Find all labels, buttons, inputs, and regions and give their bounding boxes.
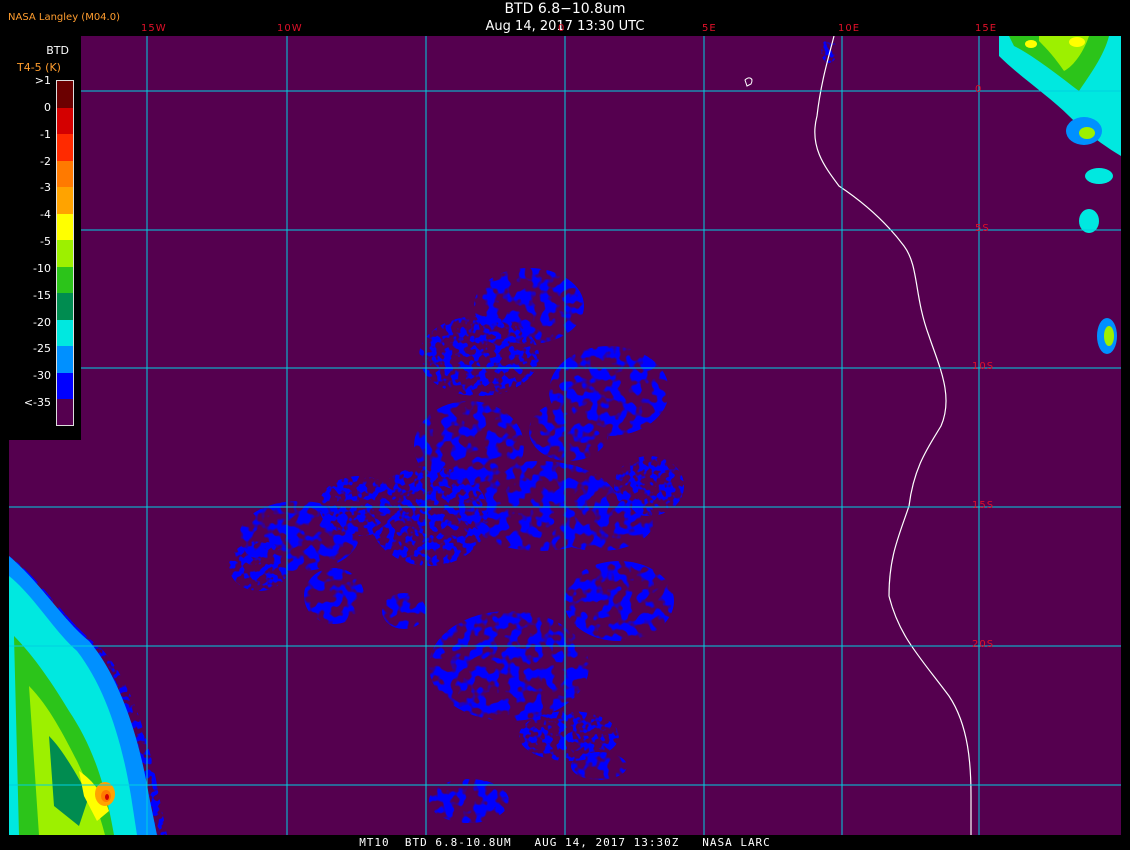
lon-label-15w: 15W <box>141 23 167 34</box>
legend-value-label: -1 <box>40 127 51 141</box>
legend-value-label: -3 <box>40 181 51 195</box>
product-title: BTD 6.8−10.8um <box>504 1 626 17</box>
map-canvas <box>9 36 1121 835</box>
lon-label-15e: 15E <box>975 23 998 34</box>
legend-value-label: -4 <box>40 208 51 222</box>
legend-value-label: -30 <box>33 369 51 383</box>
lat-label-5s: 5S <box>975 223 990 234</box>
lon-label-10e: 10E <box>838 23 861 34</box>
satellite-map[interactable] <box>9 36 1121 835</box>
legend-unit: T4-5 (K) <box>17 61 61 74</box>
legend-value-label: -15 <box>33 288 51 302</box>
legend-value-label: <-35 <box>23 396 51 410</box>
lon-label-0: 0 <box>558 23 566 34</box>
legend-value-label: -20 <box>33 315 51 329</box>
legend-value-label: -2 <box>40 154 51 168</box>
legend-value-label: 0 <box>44 100 51 114</box>
lat-label-0: 0 <box>975 84 983 95</box>
legend-value-label: -10 <box>33 261 51 275</box>
color-legend: BTD T4-5 (K) >1 0 -1 -2 -3 -4 -5 -10 -15 -20 -25 -3… <box>9 36 81 440</box>
legend-value-label: -5 <box>40 235 51 249</box>
lon-label-10w: 10W <box>277 23 303 34</box>
legend-value-label: >1 <box>34 74 51 87</box>
footer-bar: MT10 BTD 6.8-10.8UM AUG 14, 2017 13:30Z … <box>0 835 1130 850</box>
lat-label-15s: 15S <box>972 500 995 511</box>
lat-label-20s: 20S <box>972 639 995 650</box>
lon-label-5e: 5E <box>702 23 717 34</box>
footer-caption: MT10 BTD 6.8-10.8UM AUG 14, 2017 13:30Z … <box>359 836 771 849</box>
lat-label-10s: 10S <box>972 361 995 372</box>
legend-title: BTD <box>46 44 69 57</box>
legend-value-label: -25 <box>33 342 51 356</box>
legend-frame <box>56 80 74 426</box>
